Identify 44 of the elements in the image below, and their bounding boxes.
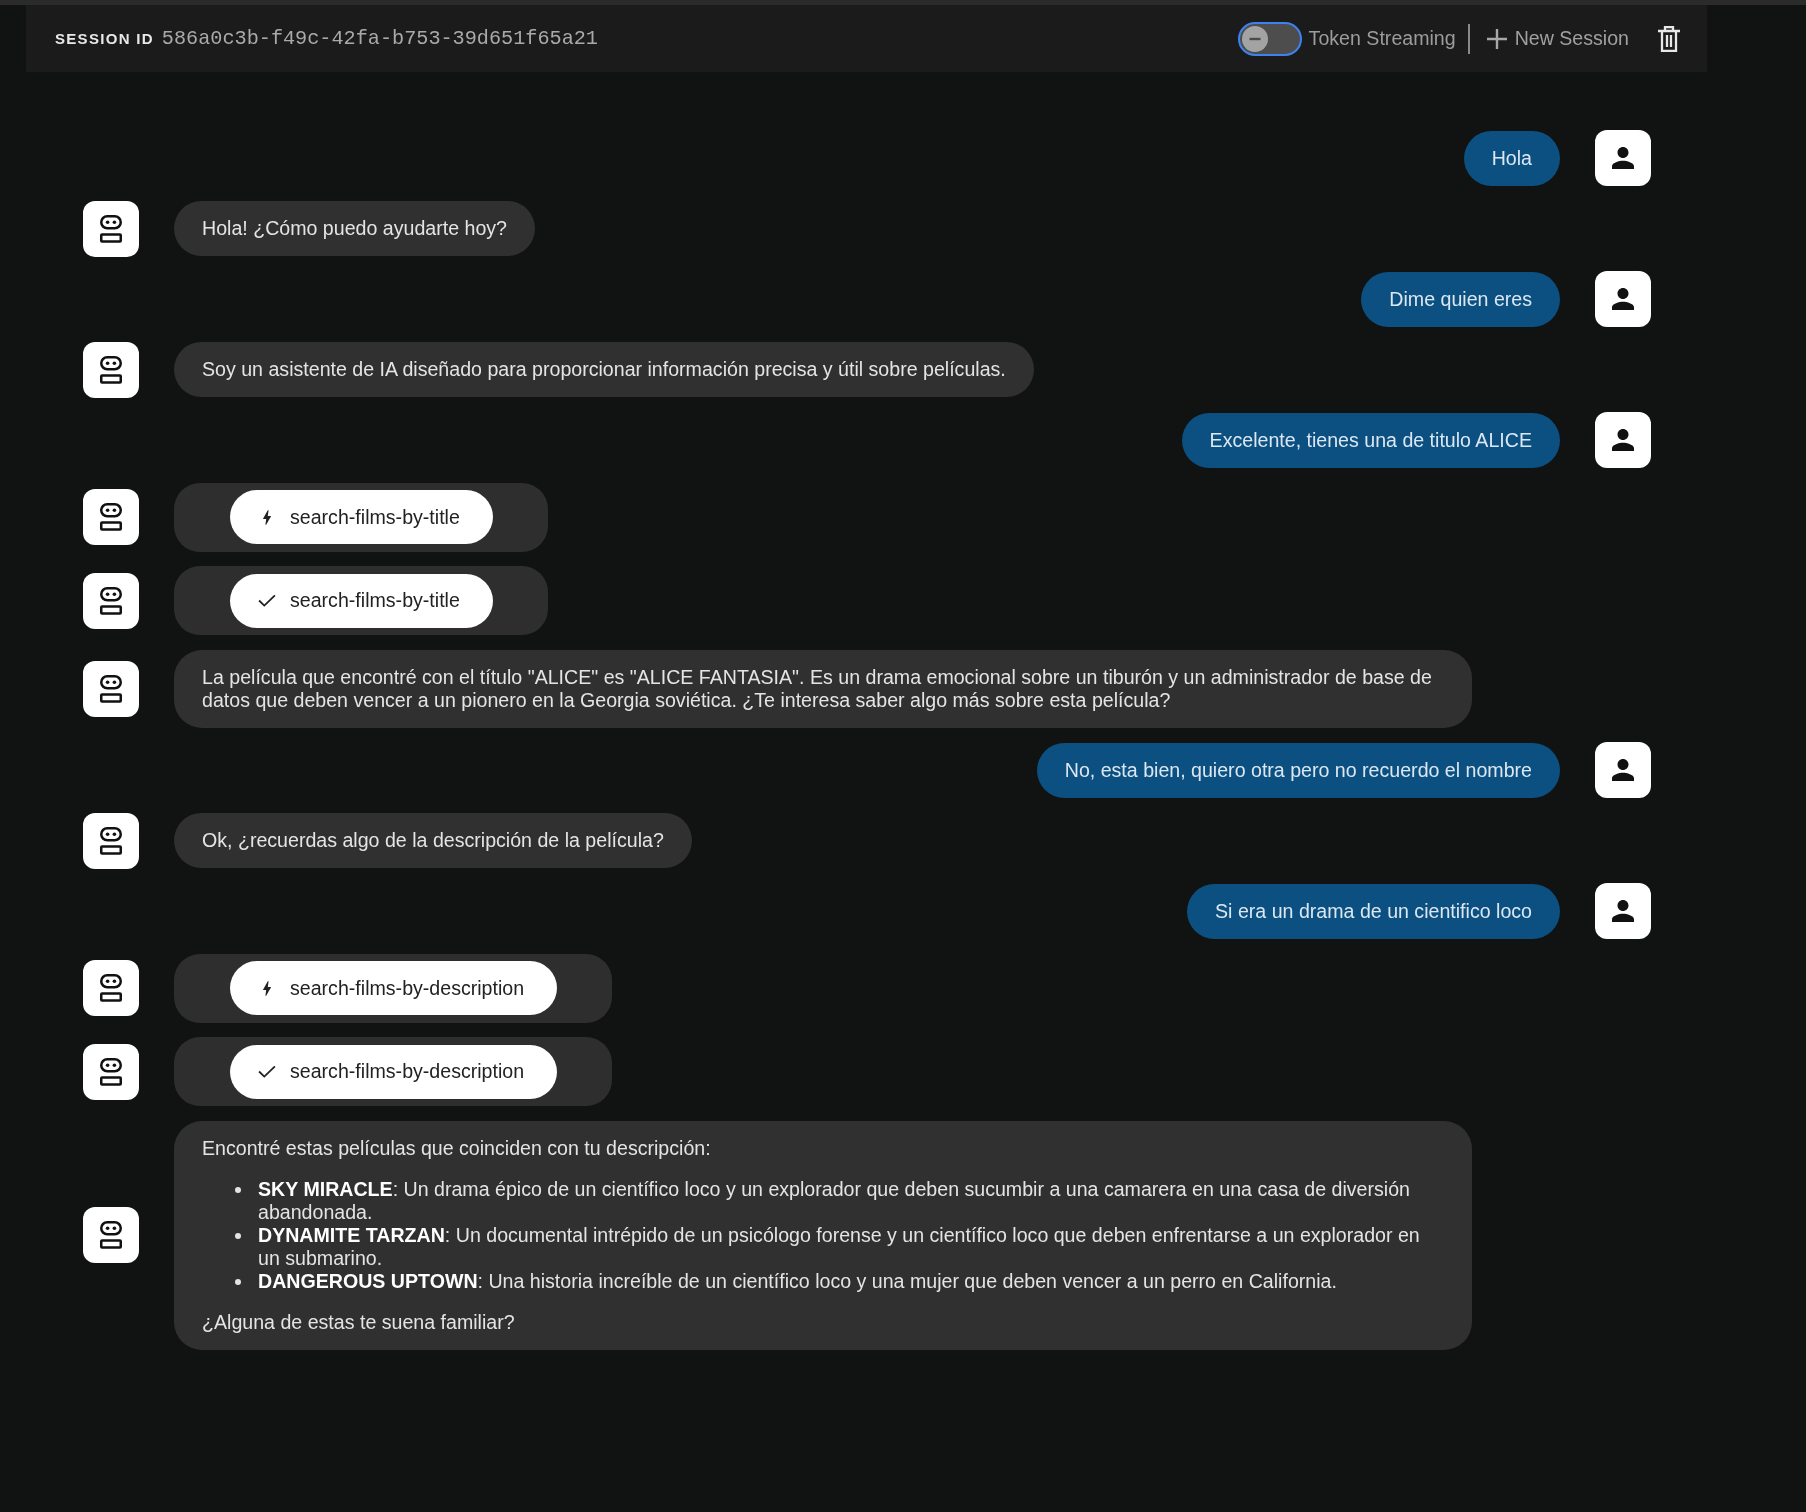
user-message: Excelente, tienes una de titulo ALICE	[1181, 412, 1560, 468]
user-message: Si era un drama de un cientifico loco	[1187, 883, 1560, 939]
person-icon	[1595, 883, 1651, 939]
token-streaming-toggle[interactable]	[1237, 21, 1302, 56]
robot-icon	[83, 960, 139, 1016]
new-session-button[interactable]: New Session	[1486, 27, 1629, 50]
tool-call-chip[interactable]: search-films-by-title	[230, 573, 493, 628]
assistant-message: Hola! ¿Cómo puedo ayudarte hoy?	[174, 201, 535, 256]
list-item-text: DYNAMITE TARZAN: Un documental intrépido de un psicólogo forense y un científico loco que deben enfrentarse a un explorador en un submarino.	[258, 1223, 1421, 1270]
bullet-icon	[235, 1186, 241, 1193]
trash-icon	[1658, 25, 1680, 52]
user-message: No, esta bien, quiero otra pero no recuerdo el nombre	[1036, 742, 1560, 798]
robot-icon	[83, 1207, 139, 1264]
assistant-message: La película que encontré con el título "ALICE" es "ALICE FANTASIA". Es un drama emocional sobre un tiburón y un administrador de base de datos que deben vencer a un pionero en la Georgia soviética. ¿Te interesa saber algo más sobre esta película?	[174, 649, 1472, 728]
delete-session-button[interactable]	[1658, 25, 1680, 52]
robot-icon	[83, 489, 139, 545]
assistant-message: Soy un asistente de IA diseñado para proporcionar información precisa y útil sobre películas.	[174, 342, 1034, 397]
plus-icon	[1486, 28, 1507, 49]
robot-icon	[83, 200, 139, 257]
session-id-value: 586a0c3b-f49c-42fa-b753-39d651f65a21	[161, 27, 598, 50]
assistant-message: Ok, ¿recuerdas algo de la descripción de la película?	[174, 813, 692, 868]
tool-call-chip[interactable]: search-films-by-description	[230, 1044, 558, 1099]
robot-icon	[83, 572, 139, 629]
robot-icon	[83, 341, 139, 398]
bullet-icon	[235, 1278, 241, 1285]
list-item-text: DANGEROUS UPTOWN: Una historia increíble de un científico loco y una mujer que deben vencer a un perro en California.	[258, 1269, 1337, 1293]
robot-icon	[83, 812, 139, 869]
user-message: Hola	[1463, 130, 1560, 186]
message-paragraph: ¿Alguna de estas te suena familiar?	[202, 1311, 516, 1335]
person-icon	[1595, 742, 1651, 798]
session-id-label: SESSION ID	[55, 30, 154, 47]
toggle-label: Token Streaming	[1308, 27, 1456, 50]
tool-call-chip[interactable]: search-films-by-title	[230, 490, 493, 544]
minus-icon	[1241, 25, 1268, 52]
person-icon	[1595, 271, 1651, 327]
user-message: Dime quien eres	[1361, 271, 1560, 327]
person-icon	[1595, 130, 1651, 186]
robot-icon	[83, 1043, 139, 1100]
robot-icon	[83, 660, 139, 717]
tool-call-chip[interactable]: search-films-by-description	[230, 961, 558, 1015]
message-paragraph: Encontré estas películas que coinciden con tu descripción:	[202, 1136, 712, 1160]
list-item-text: SKY MIRACLE: Un drama épico de un científico loco y un explorador que deben sucumbir a una camarera en una casa de diversión abandonada.	[258, 1177, 1411, 1224]
bullet-icon	[235, 1232, 241, 1239]
person-icon	[1595, 412, 1651, 468]
